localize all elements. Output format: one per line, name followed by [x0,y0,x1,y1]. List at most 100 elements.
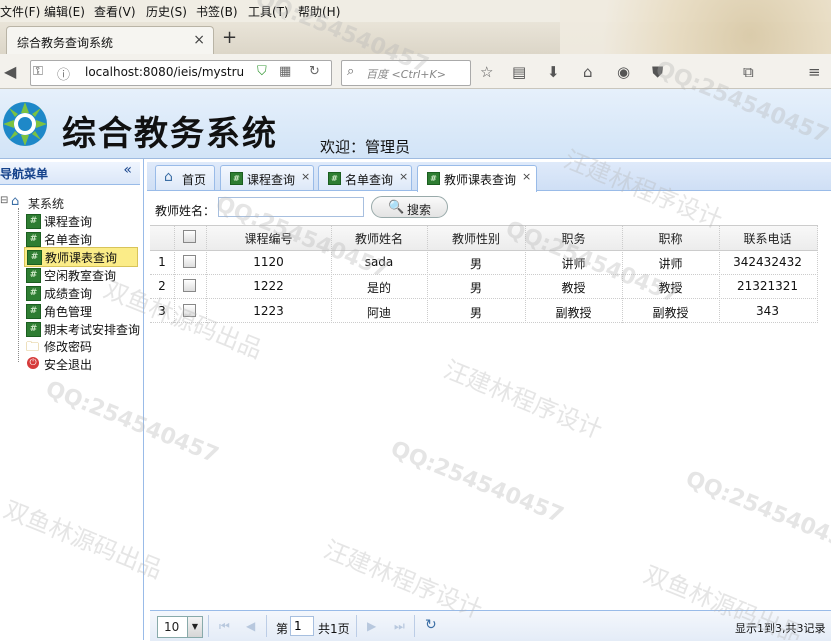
row-checkbox[interactable] [183,304,196,317]
pager-separator [266,615,267,637]
teacher-name-input[interactable] [218,197,364,217]
page-size-value: 10 [164,620,180,634]
teacher-name-label: 教师姓名： [155,204,216,218]
cell-phone: 21321321 [736,279,799,293]
sidebar-item-logout[interactable]: ⏻ 安全退出 [26,355,106,373]
tab-roster-query[interactable]: # 名单查询 × [318,165,412,190]
cell-course-id: 1120 [253,255,284,269]
tab-close-icon[interactable]: × [399,170,408,183]
reading-list-icon[interactable]: ▤ [512,63,526,81]
browser-tab-close-icon[interactable]: × [193,32,205,48]
cell-position: 教授 [561,281,586,295]
page-total: 共1页 [318,622,350,636]
cell-course-id: 1222 [253,279,284,293]
cell-gender: 男 [469,306,482,320]
info-icon[interactable]: ⓘ [57,64,70,83]
grid-icon: # [26,322,41,337]
extension-icon[interactable]: ⧉ [743,63,754,81]
home-icon[interactable]: ⌂ [583,63,593,81]
tab-course-query[interactable]: # 课程查询 × [220,165,314,190]
prev-page-icon[interactable]: ◀ [246,619,255,633]
grid-icon: # [26,214,41,229]
next-page-icon[interactable]: ▶ [367,619,376,633]
refresh-icon[interactable]: ↻ [425,617,437,633]
addon-icon[interactable]: ◉ [617,63,630,81]
tree-collapse-icon[interactable]: ⊟ [0,195,8,206]
grid-icon: # [27,250,42,265]
grid-icon: # [26,286,41,301]
new-tab-button[interactable]: + [222,27,237,48]
menu-tools[interactable]: 工具(T) [248,3,289,20]
sidebar-item-grade-query[interactable]: # 成绩查询 [26,284,106,302]
cell-title: 教授 [658,281,683,295]
column-header-course-id[interactable]: 课程编号 [206,230,331,247]
column-header-gender[interactable]: 教师性别 [427,230,525,247]
column-header-teacher-name[interactable]: 教师姓名 [331,230,427,247]
pager-separator [356,615,357,637]
cell-teacher-name: 阿迪 [366,306,391,320]
sidebar-item-roster-query[interactable]: # 名单查询 [26,230,106,248]
menu-help[interactable]: 帮助(H) [298,3,340,20]
menu-edit[interactable]: 编辑(E) [44,3,85,20]
sidebar-item-course-query[interactable]: # 课程查询 [26,212,106,230]
tab-teacher-schedule[interactable]: # 教师课表查询 × [417,165,537,192]
grid-icon: # [427,172,440,185]
browser-search-box[interactable]: ⌕ 百度 <Ctrl+K> [341,60,471,86]
qrcode-icon[interactable]: ▦ [279,64,291,79]
tree-connector [18,208,19,362]
tab-close-icon[interactable]: × [522,170,531,183]
grid-icon: # [26,232,41,247]
back-icon[interactable]: ◀ [4,62,16,81]
sidebar-item-exam-schedule[interactable]: # 期末考试安排查询 [26,320,142,338]
menu-bookmarks[interactable]: 书签(B) [196,3,238,20]
cell-title: 副教授 [652,306,689,320]
browser-search-placeholder: 百度 <Ctrl+K> [366,68,446,81]
tab-close-icon[interactable]: × [301,170,310,183]
browser-tab-title: 综合教务查询系统 [17,36,114,50]
chevron-down-icon[interactable]: ▼ [187,617,202,637]
grid-icon: # [26,304,41,319]
sidebar-header: 导航菜单 « [0,162,140,185]
grid-icon: # [230,172,243,185]
page-size-select[interactable]: 10 ▼ [157,616,203,638]
tab-home[interactable]: ⌂ 首页 [155,165,215,190]
hamburger-menu-icon[interactable]: ≡ [808,63,821,81]
magnifier-icon: 🔍 [388,200,405,215]
app-title: 综合教务系统 [62,114,278,154]
url-bar[interactable]: ⚿ ⓘ localhost:8080/ieis/mystru ⛉ ▦ ↻ [30,60,332,86]
menu-view[interactable]: 查看(V) [94,3,136,20]
bookmark-star-icon[interactable]: ☆ [480,63,493,81]
column-header-position[interactable]: 职务 [525,230,622,247]
search-button[interactable]: 🔍 搜索 [371,196,448,218]
download-icon[interactable]: ⬇ [547,63,560,81]
sidebar-item-role-manage[interactable]: # 角色管理 [26,302,106,320]
sidebar-title: 导航菜单 [0,167,49,181]
cell-position: 副教授 [555,306,592,320]
first-page-icon[interactable]: ⏮ [219,619,230,634]
menu-file[interactable]: 文件(F) [0,3,40,20]
sidebar-item-change-password[interactable]: 🗀 修改密码 [26,337,106,355]
cell-course-id: 1223 [253,304,284,318]
cell-position: 讲师 [561,257,586,271]
search-button-label: 搜索 [407,203,432,217]
pocket-icon[interactable]: ⛊ [652,63,663,81]
column-header-phone[interactable]: 联系电话 [719,230,816,247]
collapse-icon[interactable]: « [123,162,132,178]
reload-icon[interactable]: ↻ [309,64,320,79]
page-number-input[interactable] [290,616,314,636]
shield-icon[interactable]: ⛉ [257,64,267,79]
cell-teacher-name: sada [364,255,394,269]
row-checkbox[interactable] [183,279,196,292]
row-checkbox[interactable] [183,255,196,268]
menu-history[interactable]: 历史(S) [146,3,187,20]
browser-tab[interactable]: 综合教务查询系统 × [6,26,214,55]
sidebar-item-free-classroom[interactable]: # 空闲教室查询 [26,266,126,284]
row-number: 2 [158,279,166,293]
sidebar-item-teacher-schedule[interactable]: # 教师课表查询 [24,247,138,267]
page-prefix: 第 [276,622,289,636]
select-all-checkbox[interactable] [183,230,196,243]
url-text: localhost:8080/ieis/mystru [85,65,245,79]
last-page-icon[interactable]: ⏭ [394,619,405,634]
column-header-title[interactable]: 职称 [622,230,719,247]
tree-root-label: 某系统 [28,197,65,211]
